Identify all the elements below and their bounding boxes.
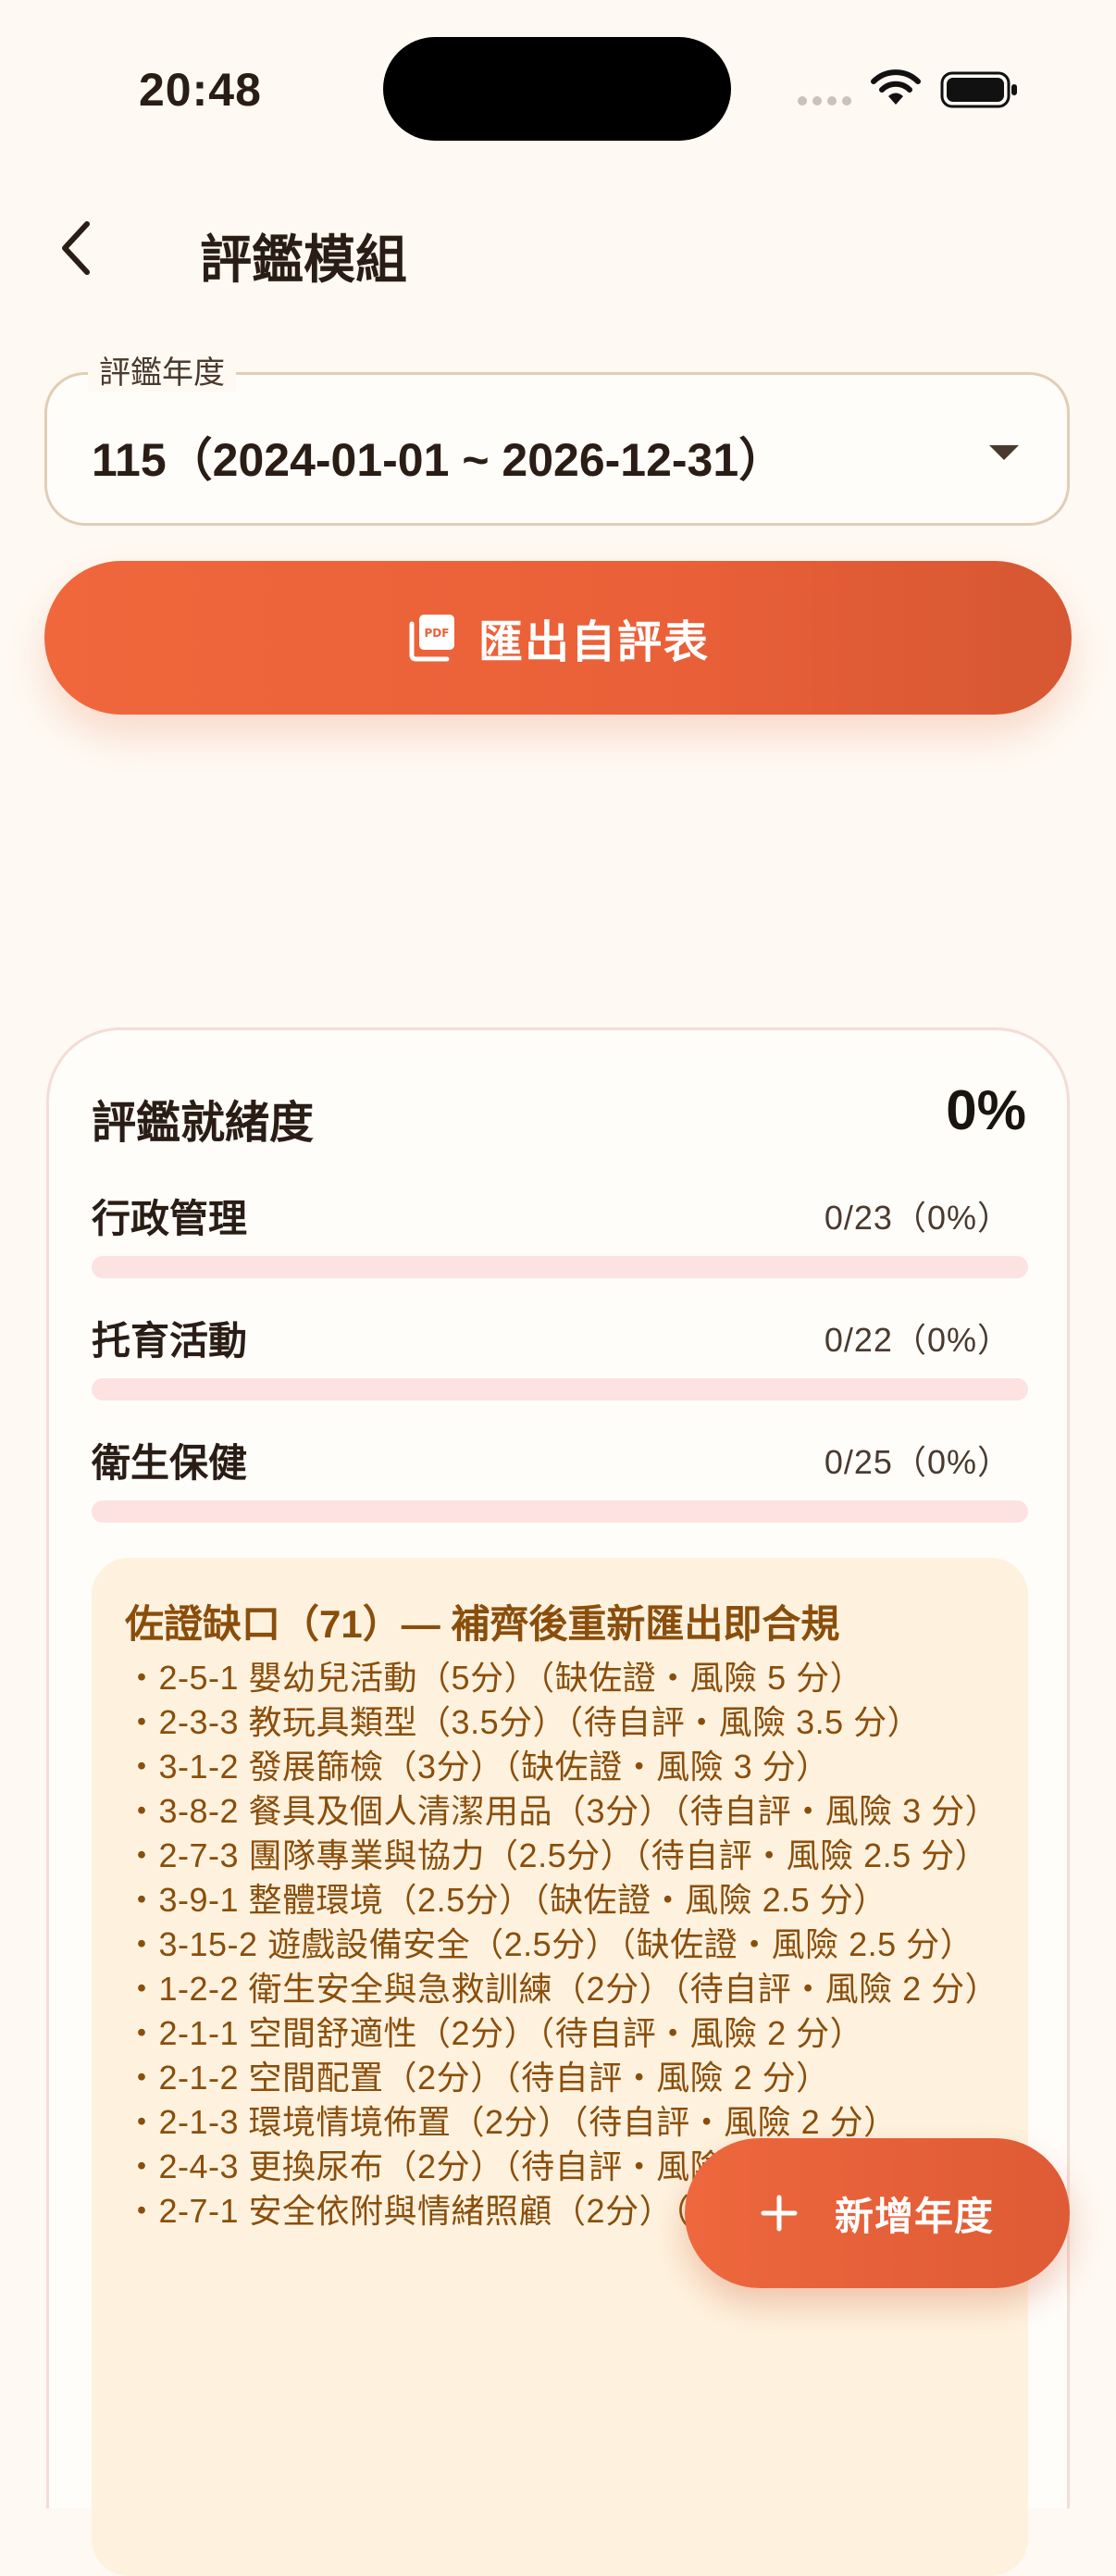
evidence-gap-panel: 佐證缺口（71）— 補齊後重新匯出即合規 ・2-5-1 嬰幼兒活動（5分）（缺佐…	[92, 1558, 1028, 2576]
evidence-gap-item: ・3-1-2 發展篩檢（3分）（缺佐證・風險 3 分）	[125, 1748, 830, 1786]
readiness-percent: 0%	[946, 1079, 1026, 1141]
category-progress-bar	[92, 1378, 1028, 1400]
wifi-icon	[871, 69, 921, 105]
chevron-left-icon	[62, 221, 90, 275]
evidence-gap-title: 佐證缺口（71）— 補齊後重新匯出即合規	[125, 1602, 840, 1646]
dynamic-island	[383, 37, 731, 141]
evidence-gap-item: ・2-1-2 空間配置（2分）（待自評・風險 2 分）	[125, 2059, 830, 2097]
category-count: 0/25（0%）	[824, 1443, 1011, 1481]
evaluation-year-value: 115（2024-01-01 ~ 2026-12-31）	[92, 434, 786, 486]
plus-icon	[761, 2195, 798, 2232]
evidence-gap-item: ・2-7-3 團隊專業與協力（2.5分）（待自評・風險 2.5 分）	[125, 1836, 989, 1874]
battery-icon	[940, 71, 1017, 108]
status-bar-time: 20:48	[139, 64, 262, 116]
category-name: 行政管理	[92, 1197, 248, 1240]
category-progress-bar	[92, 1256, 1028, 1278]
pdf-icon: PDF	[409, 615, 454, 662]
evidence-gap-item: ・2-5-1 嬰幼兒活動（5分）（缺佐證・風險 5 分）	[125, 1659, 864, 1697]
evaluation-year-select[interactable]: 評鑑年度 115（2024-01-01 ~ 2026-12-31）	[44, 347, 1070, 526]
category-name: 托育活動	[92, 1319, 248, 1363]
svg-text:PDF: PDF	[425, 627, 450, 640]
evidence-gap-item: ・2-3-3 教玩具類型（3.5分）（待自評・風險 3.5 分）	[125, 1703, 922, 1741]
evidence-gap-item: ・1-2-2 衛生安全與急救訓練（2分）（待自評・風險 2 分）	[125, 1970, 999, 2008]
evidence-gap-item: ・3-8-2 餐具及個人清潔用品（3分）（待自評・風險 3 分）	[125, 1792, 999, 1830]
evidence-gap-item: ・2-1-1 空間舒適性（2分）（待自評・風險 2 分）	[125, 2014, 864, 2052]
export-button-label: 匯出自評表	[477, 618, 710, 667]
category-count: 0/23（0%）	[824, 1199, 1011, 1237]
back-button[interactable]	[48, 211, 104, 285]
add-year-button[interactable]: 新增年度	[685, 2138, 1070, 2288]
category-name: 衛生保健	[92, 1441, 248, 1485]
caret-down-icon	[989, 445, 1019, 460]
evidence-gap-item: ・3-9-1 整體環境（2.5分）（缺佐證・風險 2.5 分）	[125, 1881, 887, 1919]
cellular-signal-icon	[798, 96, 851, 106]
category-progress-bar	[92, 1500, 1028, 1523]
evidence-gap-item: ・3-15-2 遊戲設備安全（2.5分）（缺佐證・風險 2.5 分）	[125, 1925, 974, 1963]
readiness-title: 評鑑就緒度	[92, 1099, 315, 1148]
export-self-evaluation-button[interactable]: PDF 匯出自評表	[44, 561, 1072, 715]
page-title: 評鑑模組	[200, 230, 407, 289]
add-year-label: 新增年度	[834, 2194, 994, 2238]
category-count: 0/22（0%）	[824, 1321, 1011, 1359]
evaluation-year-label: 評鑑年度	[88, 347, 236, 392]
